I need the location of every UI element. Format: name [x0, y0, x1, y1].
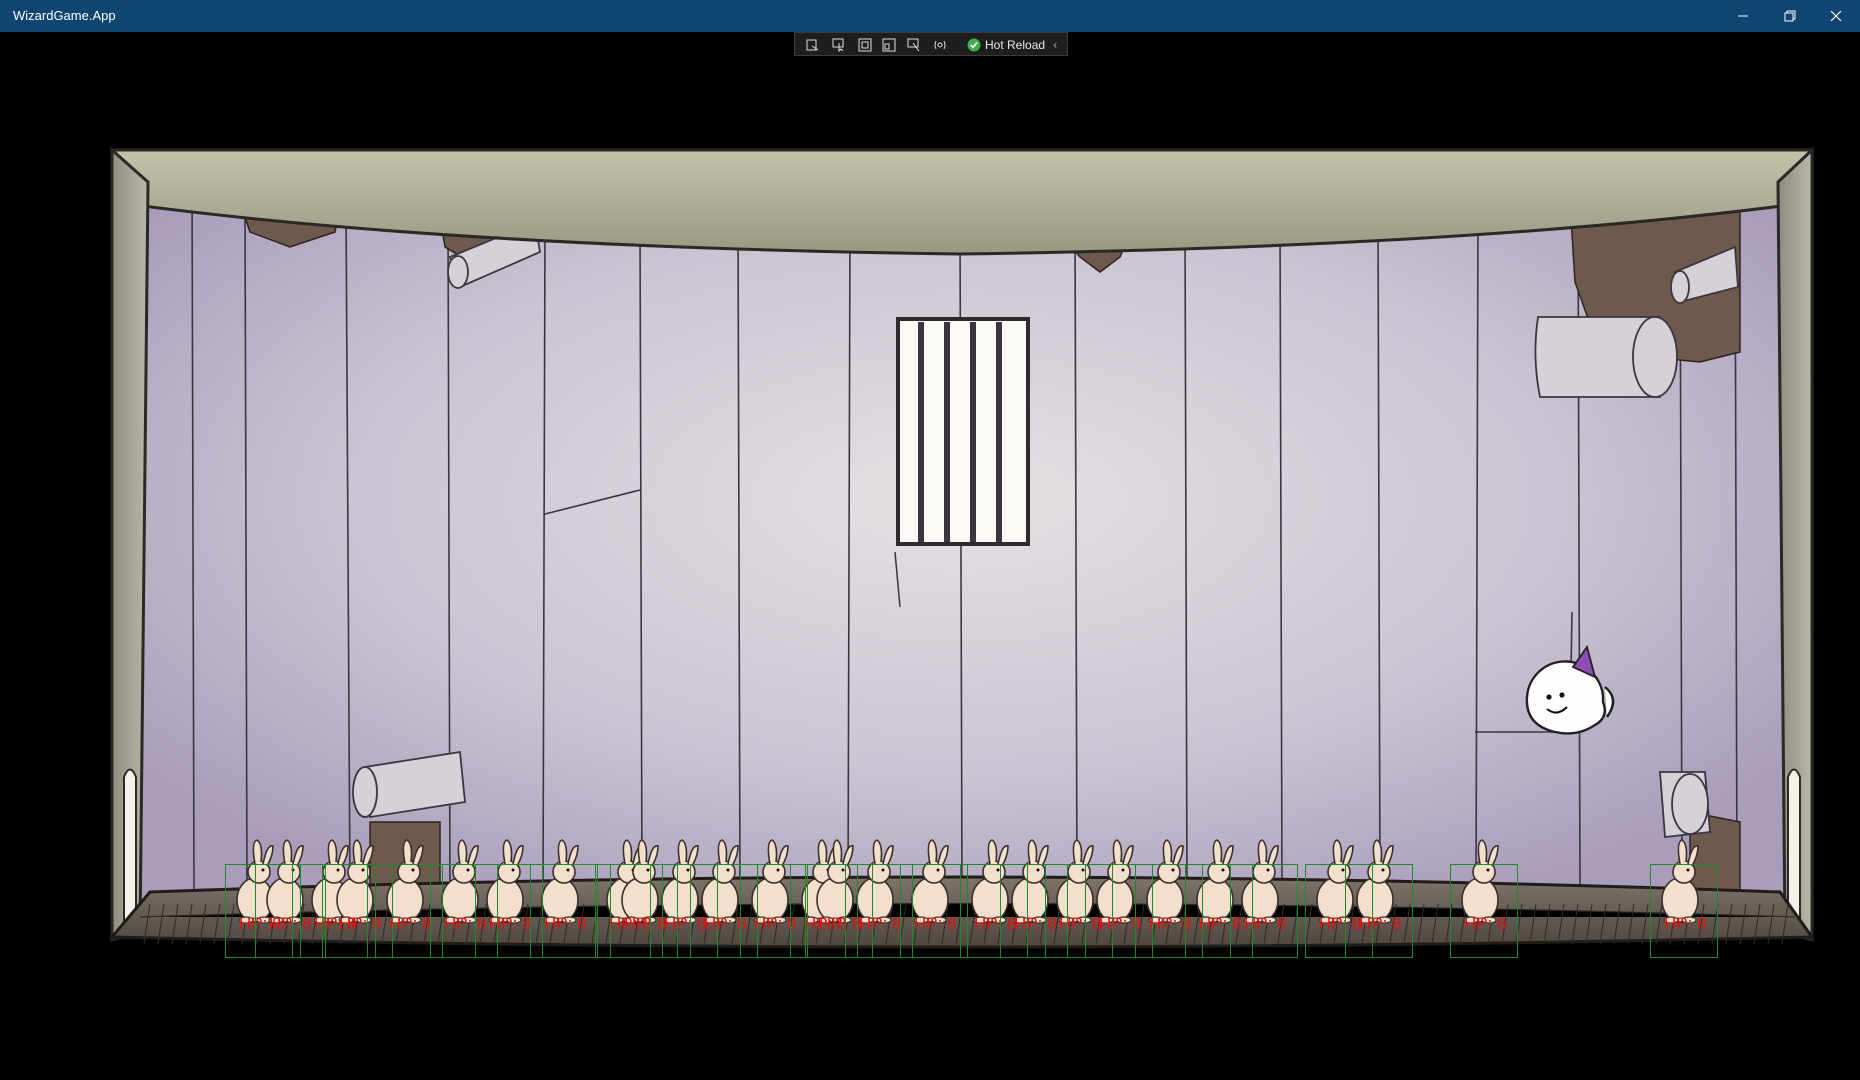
enemy-hp-label: HP: 8: [859, 914, 902, 933]
restore-button[interactable]: [1767, 0, 1813, 32]
enemy-hp-label: HP: 8: [624, 914, 667, 933]
enemy-hp-label: HP: 8: [489, 914, 532, 933]
left-candle: [123, 768, 137, 933]
close-button[interactable]: [1813, 0, 1859, 32]
minimize-icon: [1738, 15, 1748, 17]
enemy-hp-label: HP: 8: [704, 914, 747, 933]
enemy-hp-label: HP: 8: [1199, 914, 1242, 933]
enemy-hp-label: HP: 8: [1319, 914, 1362, 933]
enemy-hp-label: HP: 8: [1664, 914, 1707, 933]
window-title: WizardGame.App: [13, 8, 116, 23]
enemy-hp-label: HP: 8: [1014, 914, 1057, 933]
title-bar: WizardGame.App: [0, 0, 1860, 32]
enemy-hp-label: HP: 8: [754, 914, 797, 933]
enemy-hp-label: HP: 8: [544, 914, 587, 933]
enemy-hp-label: HP: 8: [914, 914, 957, 933]
enemy-hp-label: HP: 8: [1099, 914, 1142, 933]
enemy-hp-label: HP: 8: [444, 914, 487, 933]
enemy-hp-label: HP: 8: [1359, 914, 1402, 933]
minimize-button[interactable]: [1720, 0, 1766, 32]
enemy-hp-label: HP: 8: [819, 914, 862, 933]
enemy-hp-label: HP: 8: [1149, 914, 1192, 933]
enemy-hp-label: HP: 8: [664, 914, 707, 933]
enemy-hp-label: HP: 8: [389, 914, 432, 933]
enemy-hp-label: HP: 8: [339, 914, 382, 933]
restore-icon: [1784, 10, 1796, 22]
enemy-hp-label: HP: 8: [1464, 914, 1507, 933]
enemy-hp-label: HP: 8: [269, 914, 312, 933]
close-icon: [1830, 10, 1842, 22]
game-viewport[interactable]: HP: 8 HP: 8 HP: 8 HP: 8 HP: 8 HP: 8 HP: 8 HP: 8…: [0, 32, 1860, 1080]
enemy-hp-label: HP: 8: [974, 914, 1017, 933]
enemy-hp-label: HP: 8: [1244, 914, 1287, 933]
enemy-hp-label: HP: 8: [1059, 914, 1102, 933]
